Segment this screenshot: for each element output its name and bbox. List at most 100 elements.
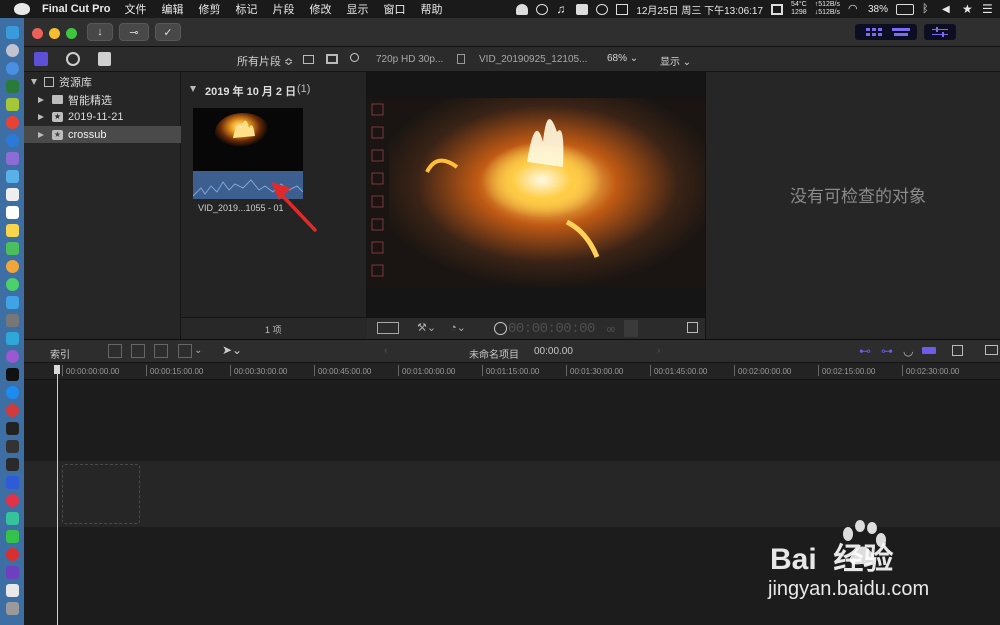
library-row[interactable]: 资源库: [24, 73, 181, 90]
menu-help[interactable]: 帮助: [420, 1, 442, 17]
zoom-window-button[interactable]: [66, 28, 77, 39]
keywords-button[interactable]: ⊸: [119, 23, 149, 41]
viewer-format[interactable]: 720p HD 30p...: [376, 54, 443, 65]
project-name[interactable]: 未命名项目: [469, 346, 519, 361]
battery-icon[interactable]: [896, 3, 914, 15]
dock-app-icon[interactable]: [6, 152, 19, 165]
minimize-window-button[interactable]: [49, 28, 60, 39]
import-button[interactable]: ↓: [87, 23, 113, 41]
search-icon[interactable]: [350, 53, 359, 62]
play-button[interactable]: [494, 322, 507, 335]
menu-edit[interactable]: 编辑: [161, 1, 183, 17]
timeline-ruler[interactable]: 00:00:00:00.00 00:00:15:00.00 00:00:30:0…: [24, 363, 1000, 380]
dock-app-icon[interactable]: [6, 314, 19, 327]
filmstrip-icon[interactable]: [326, 54, 338, 64]
empty-storyline-placeholder[interactable]: [62, 464, 140, 524]
group-disclosure-icon[interactable]: [190, 86, 196, 92]
dock-app-icon[interactable]: [6, 134, 19, 147]
dock-app-icon[interactable]: [6, 494, 19, 507]
viewer-zoom-dropdown[interactable]: 68% ⌄: [607, 53, 638, 64]
menu-file[interactable]: 文件: [124, 1, 146, 17]
ghost-icon[interactable]: [516, 3, 529, 15]
show-inspector-toggle[interactable]: [924, 24, 956, 40]
dock-launchpad-icon[interactable]: [6, 44, 19, 57]
prev-project-icon[interactable]: ‹: [384, 345, 387, 356]
viewer-timecode[interactable]: 00:00:00:00: [508, 321, 595, 337]
dock-finder-icon[interactable]: [6, 26, 19, 39]
disclosure-closed-icon[interactable]: [38, 96, 44, 103]
dock-android-icon[interactable]: [6, 98, 19, 111]
primary-storyline[interactable]: [24, 461, 1000, 527]
menu-window[interactable]: 窗口: [383, 1, 405, 17]
clip-appearance-icon[interactable]: [303, 55, 314, 64]
battery-percent[interactable]: 38%: [868, 4, 888, 15]
dock-app-icon[interactable]: [6, 188, 19, 201]
titles-generators-icon[interactable]: [98, 52, 111, 66]
dock-app-icon[interactable]: [6, 404, 19, 417]
chat-icon[interactable]: [576, 3, 589, 15]
dock-wechat-icon[interactable]: [6, 530, 19, 543]
insert-clip-icon[interactable]: [131, 344, 145, 358]
speed-icon[interactable]: [596, 3, 609, 15]
list-icon[interactable]: ☰: [982, 3, 994, 15]
menu-app-name[interactable]: Final Cut Pro: [42, 3, 110, 15]
library-item-event-crossub[interactable]: ★ crossub: [24, 126, 181, 143]
dock-app-icon[interactable]: [6, 80, 19, 93]
menu-modify[interactable]: 修改: [309, 1, 331, 17]
bluetooth-icon[interactable]: ᛒ: [922, 3, 934, 15]
dock-notes-icon[interactable]: [6, 224, 19, 237]
dock-app-icon[interactable]: [6, 296, 19, 309]
dock-appstore-icon[interactable]: [6, 386, 19, 399]
dock-safari-icon[interactable]: [6, 62, 19, 75]
append-clip-icon[interactable]: [154, 344, 168, 358]
photos-audio-icon[interactable]: [66, 52, 80, 66]
background-tasks-button[interactable]: ✓: [155, 23, 181, 41]
enhance-dropdown[interactable]: ⚒⌄: [417, 321, 436, 334]
disclosure-open-icon[interactable]: [31, 78, 37, 85]
clip-filter-dropdown[interactable]: 所有片段 ≎: [237, 53, 293, 69]
dock-app-icon[interactable]: [6, 332, 19, 345]
menu-clip[interactable]: 片段: [272, 1, 294, 17]
viewer-canvas[interactable]: [367, 72, 705, 317]
dock-trash-icon[interactable]: [6, 602, 19, 615]
datetime[interactable]: 12月25日 周三 下午13:06:17: [636, 2, 763, 17]
wifi-icon[interactable]: ◠: [848, 3, 860, 15]
menu-mark[interactable]: 标记: [235, 1, 257, 17]
star-icon[interactable]: ★: [962, 3, 974, 15]
dock-calendar-icon[interactable]: [6, 206, 19, 219]
menu-trim[interactable]: 修剪: [198, 1, 220, 17]
show-timeline-toggle[interactable]: [885, 24, 917, 40]
libraries-icon[interactable]: [34, 52, 48, 66]
select-tool-dropdown[interactable]: ➤⌄: [222, 343, 242, 357]
apple-icon[interactable]: [14, 3, 30, 15]
calendar-icon[interactable]: [616, 3, 629, 15]
effects-browser-icon[interactable]: [985, 345, 998, 355]
dock-finalcut-icon[interactable]: [6, 566, 19, 579]
library-item-event-2019-11-21[interactable]: ★ 2019-11-21: [24, 108, 181, 125]
dock-vpn-icon[interactable]: [6, 476, 19, 489]
dock-podcasts-icon[interactable]: [6, 350, 19, 363]
retime-dropdown[interactable]: ◔⌄: [450, 321, 466, 334]
fullscreen-icon[interactable]: [687, 322, 698, 333]
audio-skimming-icon[interactable]: ⊷: [859, 344, 871, 358]
close-window-button[interactable]: [32, 28, 43, 39]
index-button[interactable]: 索引: [50, 346, 70, 361]
solo-icon[interactable]: ⊶: [881, 344, 893, 358]
dock-document-icon[interactable]: [6, 584, 19, 597]
playhead-line[interactable]: [57, 373, 58, 625]
network-speed[interactable]: ↑512B/s ↓512B/s: [815, 1, 840, 17]
menu-view[interactable]: 显示: [346, 1, 368, 17]
disclosure-closed-icon[interactable]: [38, 131, 44, 138]
edit-dropdown-icon[interactable]: ⌄: [194, 345, 202, 356]
dock-chrome-icon[interactable]: [6, 116, 19, 129]
dock-terminal-icon[interactable]: [6, 422, 19, 435]
dock-app-icon[interactable]: [6, 512, 19, 525]
dock-app-icon[interactable]: [6, 242, 19, 255]
dock-photos-icon[interactable]: [6, 260, 19, 273]
clip-appearance-icon[interactable]: [952, 345, 963, 356]
connect-clip-icon[interactable]: [108, 344, 122, 358]
dock-app-icon[interactable]: [6, 440, 19, 453]
library-item-smart-collections[interactable]: 智能精选: [24, 91, 181, 108]
viewer-display-dropdown[interactable]: 显示 ⌄: [660, 53, 691, 68]
cpu-temp[interactable]: 54°C 1298: [791, 1, 807, 17]
